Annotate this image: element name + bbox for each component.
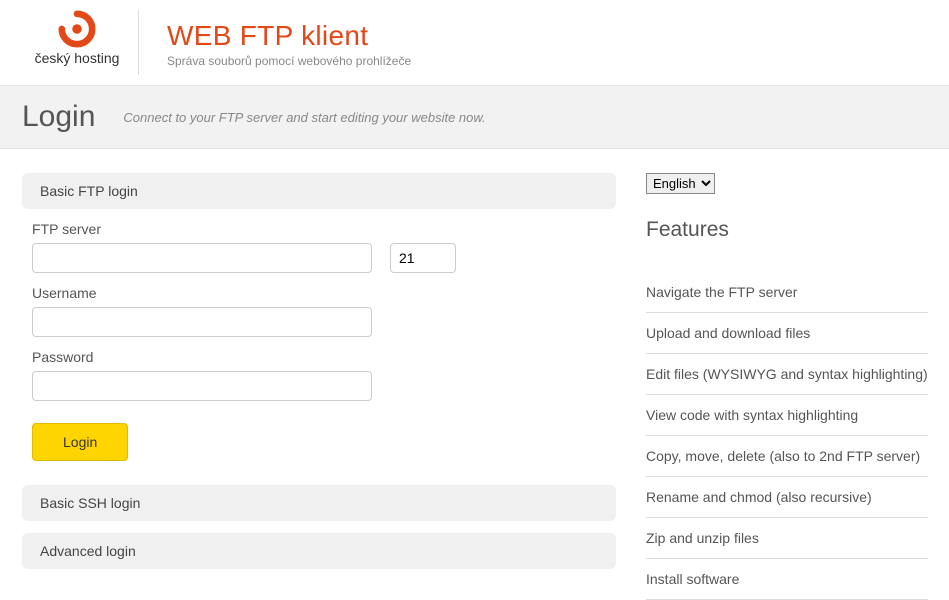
app-subtitle: Správa souborů pomocí webového prohlížeč… — [167, 54, 411, 68]
username-label: Username — [32, 285, 606, 301]
logo-icon — [58, 10, 96, 48]
feature-item[interactable]: Zip and unzip files — [646, 518, 928, 559]
section-advanced-login[interactable]: Advanced login — [22, 533, 616, 569]
login-form: FTP server Username Password Login — [22, 221, 616, 485]
password-input[interactable] — [32, 371, 372, 401]
features-heading: Features — [646, 218, 928, 242]
sidebar: English Features Navigate the FTP server… — [646, 173, 928, 600]
page-band: Login Connect to your FTP server and sta… — [0, 85, 949, 149]
ftp-server-input[interactable] — [32, 243, 372, 273]
title-block: WEB FTP klient Správa souborů pomocí web… — [167, 10, 411, 68]
feature-item[interactable]: Install software — [646, 559, 928, 600]
username-input[interactable] — [32, 307, 372, 337]
ftp-port-input[interactable] — [390, 243, 456, 273]
brand-logo[interactable]: český hosting — [22, 10, 132, 66]
content: Basic FTP login FTP server Username Pass… — [0, 149, 949, 600]
logo-text: český hosting — [35, 50, 120, 66]
feature-item[interactable]: Copy, move, delete (also to 2nd FTP serv… — [646, 436, 928, 477]
feature-item[interactable]: Upload and download files — [646, 313, 928, 354]
feature-item[interactable]: View code with syntax highlighting — [646, 395, 928, 436]
feature-item[interactable]: Navigate the FTP server — [646, 272, 928, 313]
page-title: Login — [22, 100, 95, 134]
section-basic-ssh[interactable]: Basic SSH login — [22, 485, 616, 521]
password-label: Password — [32, 349, 606, 365]
language-select[interactable]: English — [646, 173, 715, 194]
app-title: WEB FTP klient — [167, 20, 411, 52]
vertical-divider — [138, 10, 139, 75]
main-column: Basic FTP login FTP server Username Pass… — [22, 173, 616, 581]
section-basic-ftp[interactable]: Basic FTP login — [22, 173, 616, 209]
feature-item[interactable]: Rename and chmod (also recursive) — [646, 477, 928, 518]
header: český hosting WEB FTP klient Správa soub… — [0, 0, 949, 85]
page-tagline: Connect to your FTP server and start edi… — [123, 110, 485, 125]
ftp-server-label: FTP server — [32, 221, 606, 237]
login-button[interactable]: Login — [32, 423, 128, 461]
features-list: Navigate the FTP server Upload and downl… — [646, 272, 928, 600]
feature-item[interactable]: Edit files (WYSIWYG and syntax highlight… — [646, 354, 928, 395]
